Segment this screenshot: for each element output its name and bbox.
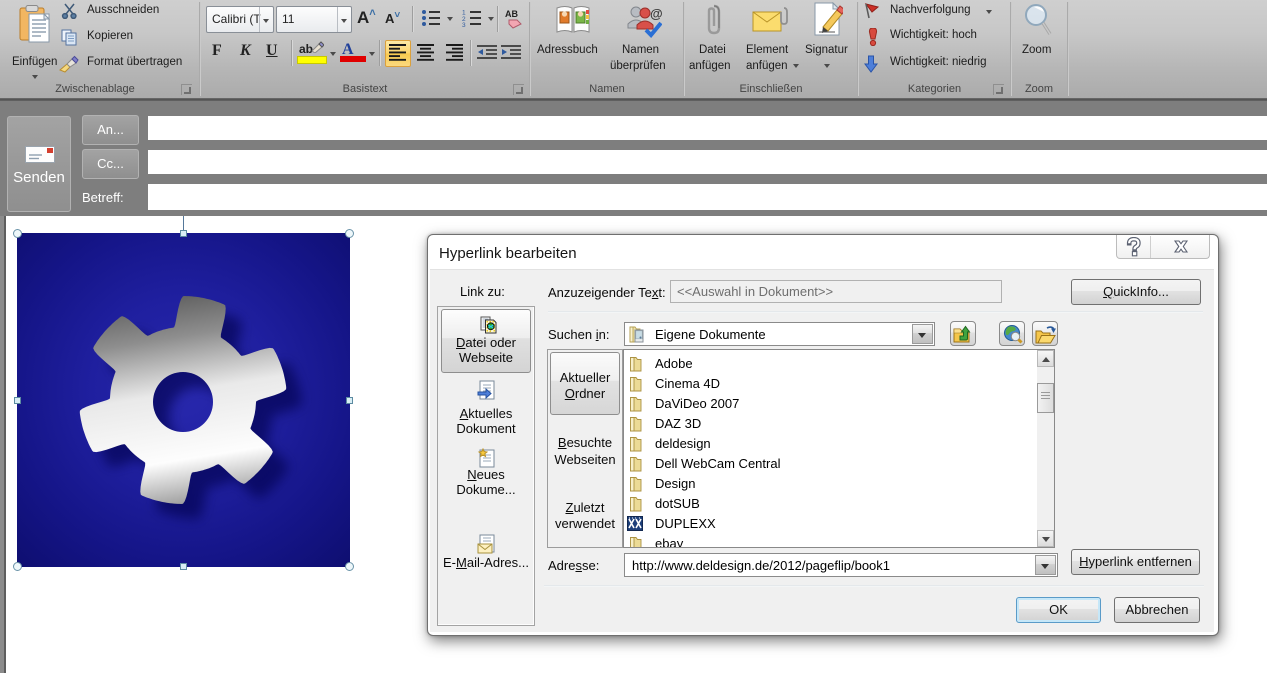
- svg-text:3: 3: [462, 22, 466, 27]
- svg-text:@: @: [650, 6, 662, 21]
- svg-text:AB: AB: [505, 9, 518, 19]
